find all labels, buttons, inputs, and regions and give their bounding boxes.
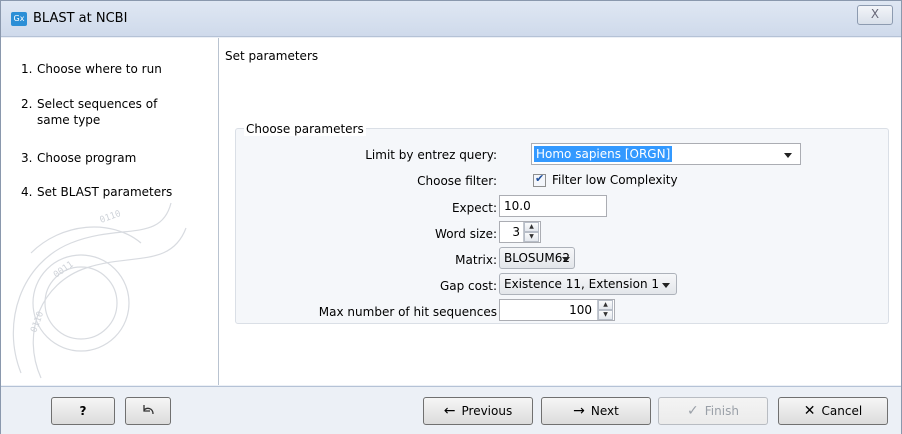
- spin-up-icon[interactable]: ▲: [524, 222, 539, 232]
- entrez-query-value: Homo sapiens [ORGN]: [534, 146, 673, 162]
- group-title: Choose parameters: [244, 122, 366, 136]
- gap-cost-label: Gap cost:: [439, 279, 497, 293]
- close-button[interactable]: X: [857, 5, 893, 25]
- word-size-spinner[interactable]: ▲ ▼: [523, 222, 539, 242]
- x-icon: ✕: [803, 403, 816, 419]
- window-title: BLAST at NCBI: [33, 11, 128, 26]
- svg-text:0110: 0110: [29, 310, 46, 334]
- gap-cost-select[interactable]: Existence 11, Extension 1: [499, 273, 677, 295]
- parameters-panel: Set parameters Choose parameters Limit b…: [219, 38, 901, 385]
- max-hits-label: Max number of hit sequences: [318, 305, 497, 319]
- filter-checkbox-label: Filter low Complexity: [552, 173, 678, 187]
- cancel-button[interactable]: ✕ Cancel: [778, 397, 888, 425]
- checkmark-icon: ✓: [687, 403, 699, 419]
- matrix-value: BLOSUM62: [504, 251, 570, 265]
- word-size-value: 3: [512, 225, 520, 239]
- reset-button[interactable]: [125, 397, 171, 425]
- max-hits-spinner[interactable]: ▲ ▼: [597, 300, 613, 320]
- wizard-steps: 1. Choose where to run 2. Select sequences…: [9, 43, 217, 383]
- reset-arrow-icon: [143, 405, 154, 415]
- help-button[interactable]: ?: [51, 397, 115, 425]
- title-bar: Gx BLAST at NCBI X: [1, 1, 901, 37]
- footer-bar: ? ← Previous → Next ✓ Finish ✕ Cancel: [1, 386, 901, 434]
- spin-up-icon[interactable]: ▲: [598, 300, 613, 310]
- arrow-left-icon: ←: [443, 403, 456, 419]
- filter-label: Choose filter:: [417, 174, 497, 188]
- filter-low-complexity-checkbox[interactable]: [533, 172, 546, 187]
- dna-watermark-icon: 0011 0110 0110: [12, 202, 187, 379]
- chevron-down-icon: [662, 283, 670, 288]
- step-1: 1. Choose where to run: [21, 62, 162, 76]
- entrez-label: Limit by entrez query:: [365, 148, 497, 162]
- matrix-label: Matrix:: [455, 253, 497, 267]
- gap-cost-value: Existence 11, Extension 1: [504, 277, 660, 291]
- next-button[interactable]: → Next: [541, 397, 651, 425]
- finish-button[interactable]: ✓ Finish: [658, 397, 768, 425]
- step-3: 3. Choose program: [21, 151, 137, 165]
- arrow-right-icon: →: [573, 403, 585, 419]
- help-icon: ?: [79, 404, 87, 418]
- chevron-down-icon: [784, 153, 792, 158]
- spin-down-icon[interactable]: ▼: [524, 232, 539, 242]
- word-size-label: Word size:: [435, 227, 497, 241]
- step-2: 2. Select sequences of same type: [21, 97, 158, 127]
- matrix-select[interactable]: BLOSUM62: [499, 247, 575, 269]
- word-size-stepper[interactable]: 3 ▲ ▼: [499, 221, 541, 243]
- max-hits-stepper[interactable]: 100 ▲ ▼: [499, 299, 615, 321]
- max-hits-value: 100: [569, 303, 592, 317]
- previous-button[interactable]: ← Previous: [423, 397, 533, 425]
- app-icon: Gx: [11, 12, 27, 26]
- expect-label: Expect:: [451, 201, 497, 215]
- spin-down-icon[interactable]: ▼: [598, 310, 613, 320]
- svg-text:0110: 0110: [99, 209, 123, 226]
- blast-dialog: Gx BLAST at NCBI X 1. Choose where to run…: [0, 0, 902, 434]
- entrez-query-select[interactable]: Homo sapiens [ORGN]: [531, 143, 801, 165]
- panel-title: Set parameters: [225, 49, 319, 63]
- expect-input[interactable]: 10.0: [499, 195, 607, 217]
- chevron-down-icon: [562, 257, 570, 262]
- close-icon: X: [870, 7, 880, 21]
